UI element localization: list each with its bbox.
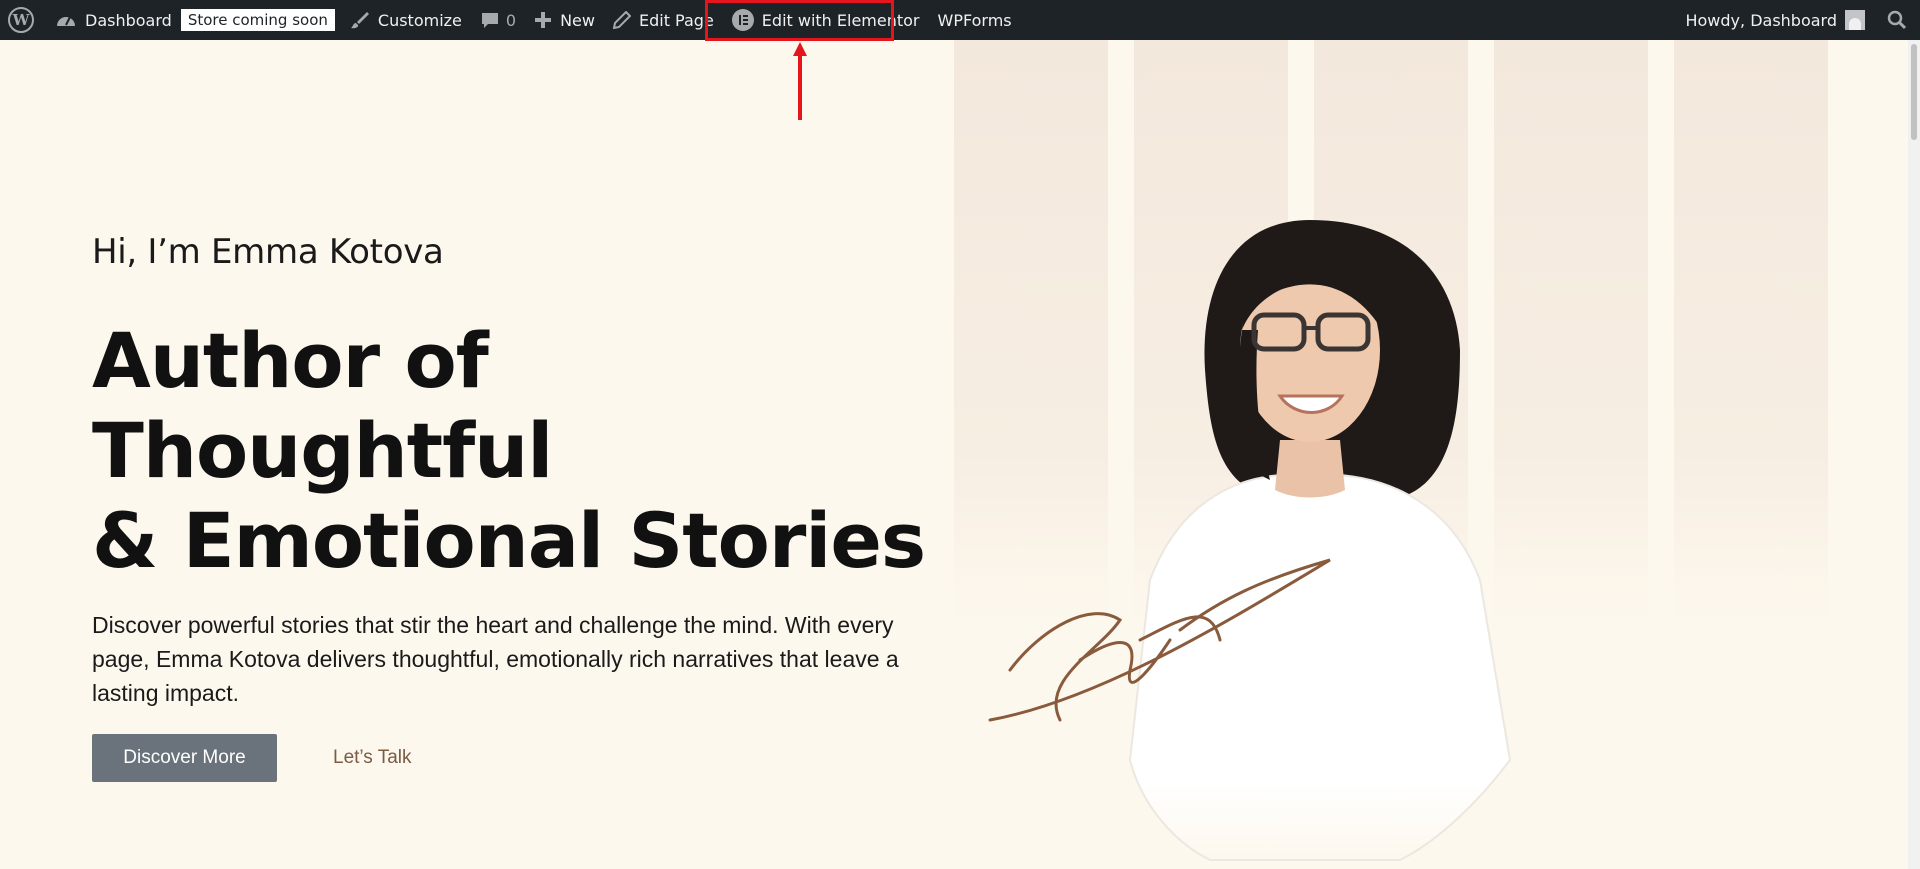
my-account-menu[interactable]: Howdy, Dashboard (1676, 0, 1874, 40)
author-portrait-image (988, 220, 1512, 861)
edit-page-label: Edit Page (638, 10, 714, 30)
headline-line-2: & Emotional Stories (92, 496, 926, 585)
edit-page-link[interactable]: Edit Page (604, 0, 723, 40)
wpforms-label: WPForms (937, 10, 1012, 30)
comment-icon (480, 10, 500, 30)
discover-more-button[interactable]: Discover More (92, 734, 277, 782)
lets-talk-link[interactable]: Let’s Talk (333, 747, 412, 769)
elementor-icon (731, 9, 754, 31)
wordpress-logo-icon[interactable]: W (0, 0, 46, 40)
customize-label: Customize (377, 10, 462, 30)
avatar (1845, 10, 1865, 30)
hero-headline: Author of Thoughtful & Emotional Stories (92, 316, 952, 586)
page-scrollbar[interactable] (1908, 40, 1920, 869)
plus-icon (534, 11, 552, 29)
dashboard-icon (55, 10, 77, 30)
hero-actions: Discover More Let’s Talk (92, 734, 952, 782)
search-icon (1887, 10, 1907, 30)
hero-description: Discover powerful stories that stir the … (92, 612, 899, 706)
headline-line-1: Author of Thoughtful (92, 316, 553, 495)
annotation-arrow (793, 42, 807, 120)
dashboard-label: Dashboard (85, 10, 172, 30)
svg-text:W: W (12, 11, 31, 29)
howdy-label: Howdy, Dashboard (1685, 10, 1837, 30)
wpforms-menu[interactable]: WPForms (929, 0, 1021, 40)
comments-count: 0 (505, 10, 517, 30)
hero-content: Hi, I’m Emma Kotova Author of Thoughtful… (92, 232, 952, 782)
customize-link[interactable]: Customize (350, 0, 471, 40)
new-content-menu[interactable]: New (525, 0, 604, 40)
comments-link[interactable]: 0 (471, 0, 525, 40)
new-label: New (560, 10, 595, 30)
dashboard-menu[interactable]: Dashboard (46, 0, 181, 40)
pencil-icon (612, 11, 631, 29)
customize-brush-icon (350, 10, 370, 30)
elementor-label: Edit with Elementor (761, 10, 920, 30)
store-coming-soon-badge: Store coming soon (180, 9, 335, 31)
admin-bar-secondary: Howdy, Dashboard (1676, 0, 1920, 40)
hero-greeting: Hi, I’m Emma Kotova (92, 232, 444, 272)
admin-bar: W Dashboard Store coming soon Customize … (0, 0, 1920, 40)
admin-search-button[interactable] (1874, 0, 1920, 40)
edit-with-elementor-link[interactable]: Edit with Elementor (723, 0, 929, 40)
scrollbar-thumb[interactable] (1911, 44, 1917, 140)
store-status[interactable]: Store coming soon (180, 0, 350, 40)
